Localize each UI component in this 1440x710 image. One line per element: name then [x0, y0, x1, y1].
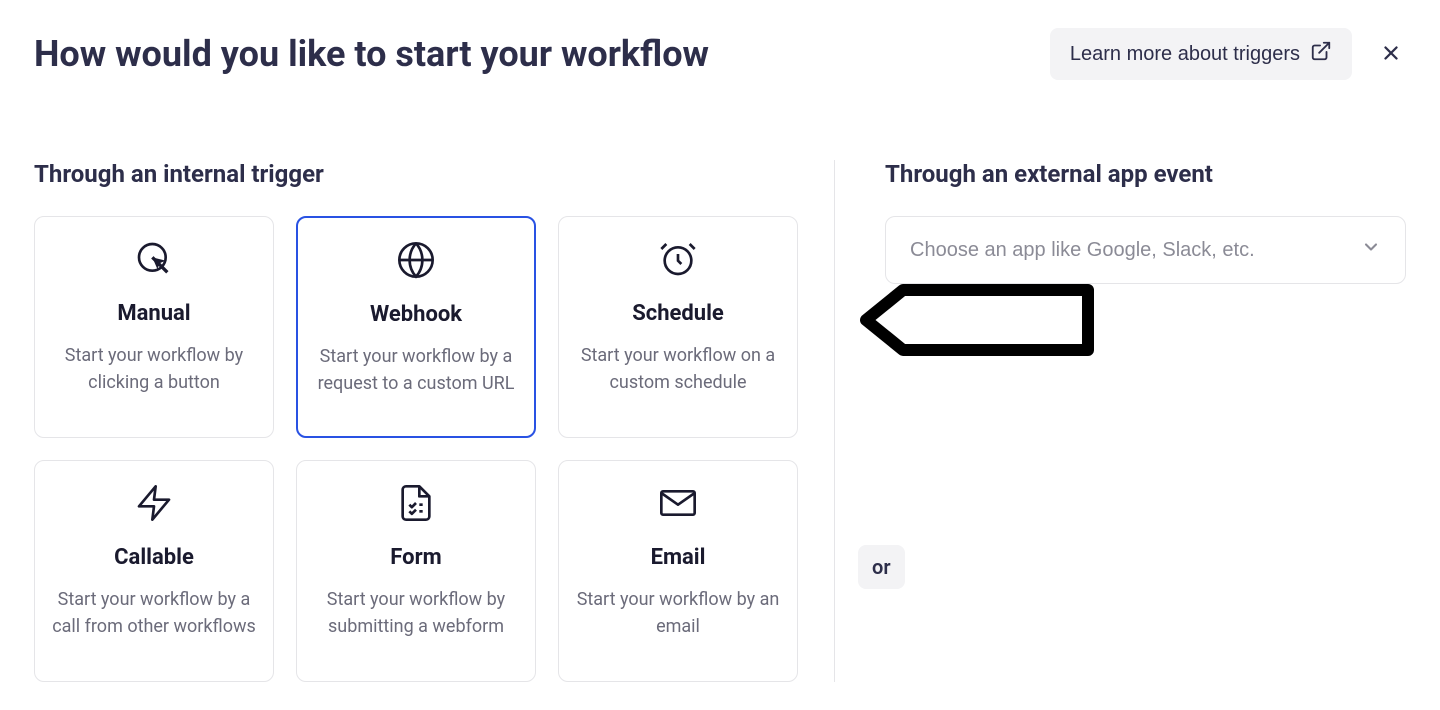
page-title: How would you like to start your workflo…: [34, 33, 709, 75]
card-desc: Start your workflow by a request to a cu…: [314, 343, 518, 397]
trigger-card-schedule[interactable]: Schedule Start your workflow on a custom…: [558, 216, 798, 438]
learn-more-label: Learn more about triggers: [1070, 43, 1300, 66]
card-title: Schedule: [632, 301, 724, 326]
learn-more-button[interactable]: Learn more about triggers: [1050, 28, 1352, 80]
card-desc: Start your workflow by an email: [575, 586, 781, 640]
cursor-click-icon: [134, 239, 174, 283]
or-divider-badge: or: [858, 545, 905, 589]
pointer-arrow-icon: [858, 280, 1098, 364]
trigger-card-email[interactable]: Email Start your workflow by an email: [558, 460, 798, 682]
card-desc: Start your workflow by clicking a button: [51, 342, 257, 396]
app-select-dropdown[interactable]: Choose an app like Google, Slack, etc.: [885, 216, 1406, 284]
trigger-card-form[interactable]: Form Start your workflow by submitting a…: [296, 460, 536, 682]
card-desc: Start your workflow by submitting a webf…: [313, 586, 519, 640]
lightning-icon: [134, 483, 174, 527]
internal-trigger-heading: Through an internal trigger: [34, 160, 794, 188]
card-title: Email: [651, 545, 706, 570]
card-desc: Start your workflow by a call from other…: [51, 586, 257, 640]
close-icon: [1380, 52, 1402, 67]
external-link-icon: [1310, 40, 1332, 68]
mail-icon: [658, 483, 698, 527]
trigger-card-callable[interactable]: Callable Start your workflow by a call f…: [34, 460, 274, 682]
app-select-placeholder: Choose an app like Google, Slack, etc.: [910, 239, 1255, 262]
alarm-clock-icon: [658, 239, 698, 283]
chevron-down-icon: [1361, 237, 1381, 263]
trigger-card-webhook[interactable]: Webhook Start your workflow by a request…: [296, 216, 536, 438]
card-title: Manual: [117, 301, 190, 326]
card-title: Callable: [114, 545, 194, 570]
card-title: Webhook: [370, 302, 462, 327]
trigger-card-manual[interactable]: Manual Start your workflow by clicking a…: [34, 216, 274, 438]
card-desc: Start your workflow on a custom schedule: [575, 342, 781, 396]
external-trigger-heading: Through an external app event: [885, 160, 1406, 188]
globe-icon: [396, 240, 436, 284]
form-document-icon: [396, 483, 436, 527]
close-button[interactable]: [1376, 38, 1406, 71]
card-title: Form: [390, 545, 441, 570]
